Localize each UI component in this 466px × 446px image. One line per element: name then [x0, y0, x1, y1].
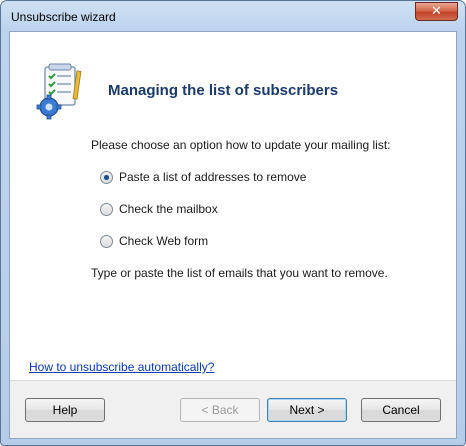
radio-button[interactable]: [100, 202, 113, 216]
window-title: Unsubscribe wizard: [11, 10, 116, 24]
help-button[interactable]: Help: [25, 398, 105, 422]
wizard-page: Managing the list of subscribers Please …: [9, 31, 457, 439]
option-label[interactable]: Check Web form: [119, 234, 208, 248]
instruction-text: Type or paste the list of emails that yo…: [91, 266, 388, 280]
button-bar: Help < Back Next > Cancel: [10, 380, 456, 438]
next-button[interactable]: Next >: [267, 398, 347, 422]
how-to-unsubscribe-link[interactable]: How to unsubscribe automatically?: [29, 360, 214, 374]
option-check-web-form[interactable]: Check Web form: [100, 234, 208, 248]
option-paste-list[interactable]: Paste a list of addresses to remove: [100, 170, 306, 184]
close-button[interactable]: ✕: [415, 2, 458, 21]
radio-button[interactable]: [100, 170, 113, 184]
option-check-mailbox[interactable]: Check the mailbox: [100, 202, 218, 216]
cancel-button[interactable]: Cancel: [361, 398, 441, 422]
option-label[interactable]: Check the mailbox: [119, 202, 218, 216]
title-bar[interactable]: Unsubscribe wizard ✕: [1, 1, 465, 32]
wizard-window: Unsubscribe wizard ✕ Managing the list o…: [0, 0, 466, 446]
options-prompt: Please choose an option how to update yo…: [91, 138, 391, 152]
close-icon: ✕: [431, 4, 442, 19]
page-title: Managing the list of subscribers: [108, 82, 339, 99]
radio-button[interactable]: [100, 234, 113, 248]
option-label[interactable]: Paste a list of addresses to remove: [119, 170, 306, 184]
checklist-gear-icon: [36, 63, 82, 120]
back-button[interactable]: < Back: [180, 398, 260, 422]
